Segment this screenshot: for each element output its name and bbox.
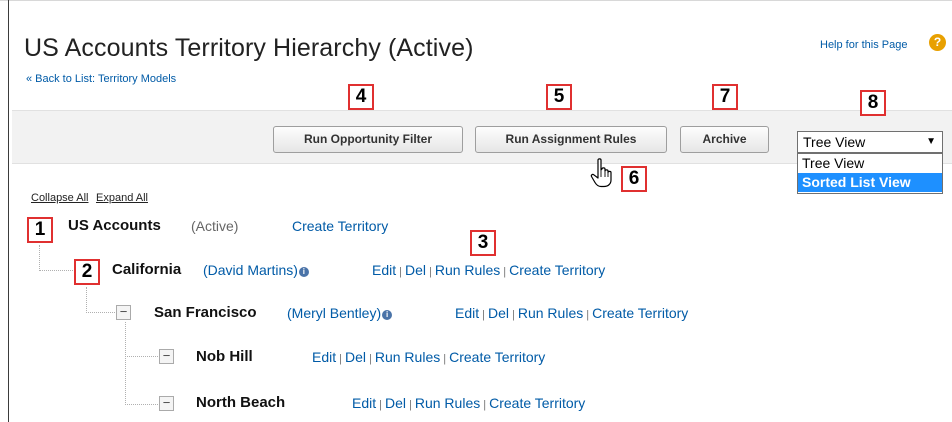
callout-6: 6: [621, 166, 647, 192]
tree-connector: [125, 322, 126, 405]
actions-california: Edit | Del | Run Rules | Create Territory: [372, 262, 606, 278]
delete-link[interactable]: Del: [345, 349, 366, 365]
callout-7: 7: [712, 84, 738, 110]
hand-pointer-icon: [590, 158, 612, 188]
view-select[interactable]: Tree View ▼: [797, 131, 943, 153]
tree-connector: [39, 245, 40, 271]
owner-name[interactable]: (Meryl Bentley): [287, 305, 381, 321]
owner-name[interactable]: (David Martins): [203, 262, 298, 278]
tree-connector: [125, 356, 158, 357]
help-link[interactable]: Help for this Page: [820, 39, 907, 51]
callout-5: 5: [546, 84, 572, 110]
collapse-toggle-san-francisco[interactable]: −: [116, 305, 131, 320]
help-question-icon[interactable]: ?: [929, 34, 946, 51]
run-rules-link[interactable]: Run Rules: [375, 349, 440, 365]
page-title: US Accounts Territory Hierarchy (Active): [24, 34, 474, 62]
collapse-toggle-north-beach[interactable]: −: [159, 396, 174, 411]
info-icon[interactable]: i: [298, 267, 309, 277]
archive-button[interactable]: Archive: [680, 126, 769, 153]
owner-san-francisco[interactable]: (Meryl Bentley) i: [287, 305, 393, 321]
back-to-list-link[interactable]: « Back to List: Territory Models: [26, 73, 176, 85]
edit-link[interactable]: Edit: [372, 262, 396, 278]
info-icon[interactable]: i: [382, 310, 393, 320]
territory-status: (Active): [191, 218, 239, 234]
territory-nob-hill: Nob Hill: [196, 348, 253, 365]
create-territory-link-us-accounts[interactable]: Create Territory: [292, 218, 388, 234]
run-rules-link[interactable]: Run Rules: [415, 395, 480, 411]
callout-8: 8: [860, 90, 886, 116]
actions-north-beach: Edit | Del | Run Rules | Create Territory: [352, 395, 586, 411]
callout-1: 1: [27, 217, 53, 243]
run-rules-link[interactable]: Run Rules: [518, 305, 583, 321]
option-tree-view[interactable]: Tree View: [798, 154, 942, 173]
delete-link[interactable]: Del: [405, 262, 426, 278]
territory-north-beach: North Beach: [196, 394, 286, 411]
territory-us-accounts: US Accounts: [68, 217, 161, 234]
view-select-value: Tree View: [803, 134, 866, 150]
territory-san-francisco: San Francisco: [154, 304, 257, 321]
actions-nob-hill: Edit | Del | Run Rules | Create Territory: [312, 349, 546, 365]
collapse-toggle-nob-hill[interactable]: −: [159, 349, 174, 364]
territory-california: California: [112, 261, 182, 278]
create-territory-link[interactable]: Create Territory: [592, 305, 688, 321]
run-assignment-rules-button[interactable]: Run Assignment Rules: [475, 126, 667, 153]
tree-connector: [125, 404, 158, 405]
tree-connector: [86, 287, 87, 313]
callout-2: 2: [74, 259, 100, 285]
callout-4: 4: [348, 84, 374, 110]
edit-link[interactable]: Edit: [455, 305, 479, 321]
create-territory-link[interactable]: Create Territory: [449, 349, 545, 365]
delete-link[interactable]: Del: [385, 395, 406, 411]
edit-link[interactable]: Edit: [352, 395, 376, 411]
callout-3: 3: [470, 230, 496, 256]
run-rules-link[interactable]: Run Rules: [435, 262, 500, 278]
edit-link[interactable]: Edit: [312, 349, 336, 365]
create-territory-link[interactable]: Create Territory: [509, 262, 605, 278]
tree-connector: [86, 312, 115, 313]
window-left-border: [8, 0, 9, 422]
option-sorted-list-view[interactable]: Sorted List View: [798, 173, 942, 192]
create-territory-link[interactable]: Create Territory: [489, 395, 585, 411]
actions-san-francisco: Edit | Del | Run Rules | Create Territory: [455, 305, 689, 321]
dropdown-arrow-icon: ▼: [926, 136, 936, 147]
run-opportunity-filter-button[interactable]: Run Opportunity Filter: [273, 126, 463, 153]
collapse-all-link[interactable]: Collapse All: [31, 192, 88, 204]
tree-connector: [39, 270, 73, 271]
window-top-border: [0, 0, 952, 1]
expand-all-link[interactable]: Expand All: [96, 192, 148, 204]
delete-link[interactable]: Del: [488, 305, 509, 321]
owner-california[interactable]: (David Martins) i: [203, 262, 309, 278]
view-select-dropdown: Tree View Sorted List View: [797, 153, 943, 194]
